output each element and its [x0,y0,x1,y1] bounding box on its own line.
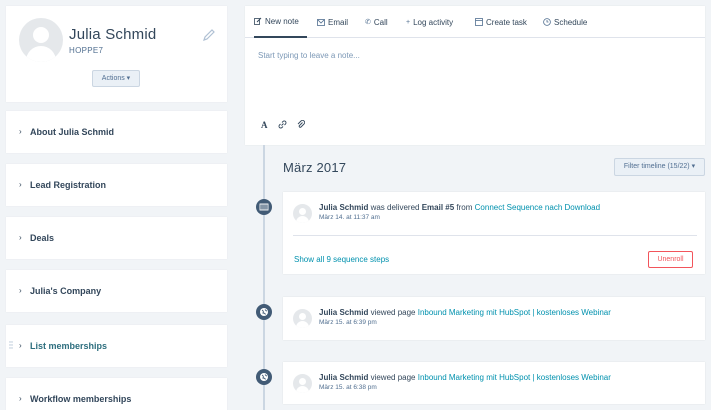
timeline-event-card: Julia Schmid was delivered Email #5 from… [283,192,705,274]
section-company[interactable]: › Julia's Company [6,270,227,312]
chevron-right-icon: › [19,127,22,136]
section-lead-registration[interactable]: › Lead Registration [6,164,227,206]
phone-icon: ✆ [365,19,371,26]
section-label: Workflow memberships [30,394,132,404]
section-label: About Julia Schmid [30,127,115,137]
event-text: from [454,203,475,212]
timeline-month-heading: März 2017 [283,160,347,175]
event-description: Julia Schmid viewed page Inbound Marketi… [319,308,611,317]
section-label: Deals [30,233,55,243]
tab-call[interactable]: ✆ Call [365,6,388,38]
section-label: Lead Registration [30,180,107,190]
tab-label: New note [265,16,299,26]
unenroll-button[interactable]: Unenroll [648,251,693,268]
page-link[interactable]: Inbound Marketing mit HubSpot | kostenlo… [418,308,611,317]
envelope-icon [317,18,325,26]
divider [293,235,697,236]
contact-avatar[interactable] [19,18,63,62]
contact-name: Julia Schmid [69,26,157,43]
event-contact-name: Julia Schmid [319,373,369,382]
pencil-square-icon [254,17,262,25]
section-list-memberships[interactable]: › List memberships [6,325,227,367]
globe-icon [256,304,272,320]
timeline-event-card: Julia Schmid viewed page Inbound Marketi… [283,297,705,340]
filter-timeline-button[interactable]: Filter timeline (15/22) ▾ [614,158,705,176]
task-icon [475,18,483,26]
tab-label: Create task [486,17,527,27]
globe-icon [256,369,272,385]
event-description: Julia Schmid was delivered Email #5 from… [319,203,600,212]
chevron-right-icon: › [19,233,22,242]
section-label: Julia's Company [30,286,102,296]
section-deals[interactable]: › Deals [6,217,227,259]
show-sequence-steps-link[interactable]: Show all 9 sequence steps [294,255,389,264]
event-timestamp: März 15. at 6:38 pm [319,384,377,391]
sequence-icon [256,199,272,215]
chevron-right-icon: › [19,286,22,295]
timeline-event-card: Julia Schmid viewed page Inbound Marketi… [283,362,705,404]
avatar [293,374,312,393]
section-about[interactable]: › About Julia Schmid [6,111,227,153]
drag-handle-icon[interactable] [9,341,13,351]
avatar [293,309,312,328]
event-text: was delivered [368,203,422,212]
tab-create-task[interactable]: Create task [475,6,527,38]
contact-company-code: HOPPE7 [69,46,104,55]
tab-new-note[interactable]: New note [254,6,307,38]
event-text: viewed page [368,373,418,382]
tab-label: Call [373,17,388,27]
tab-label: Log activity [413,17,454,27]
chevron-right-icon: › [19,180,22,189]
composer-tabs: New note Email ✆ Call + Log activity Cre… [245,6,705,38]
clock-icon [543,18,551,26]
plus-icon: + [406,18,411,26]
profile-card: Julia Schmid HOPPE7 Actions ▾ [6,6,227,102]
link-icon[interactable] [278,120,287,129]
event-timestamp: März 15. at 6:39 pm [319,319,377,326]
section-workflow-memberships[interactable]: › Workflow memberships [6,378,227,410]
event-text: viewed page [368,308,418,317]
chevron-right-icon: › [19,341,22,350]
tab-label: Email [328,17,349,27]
tab-email[interactable]: Email [317,6,348,38]
chevron-right-icon: › [19,394,22,403]
event-description: Julia Schmid viewed page Inbound Marketi… [319,373,611,382]
avatar [293,204,312,223]
activity-composer: New note Email ✆ Call + Log activity Cre… [245,6,705,145]
page-link[interactable]: Inbound Marketing mit HubSpot | kostenlo… [418,373,611,382]
sequence-link[interactable]: Connect Sequence nach Download [475,203,600,212]
event-timestamp: März 14. at 11:37 am [319,214,380,221]
tab-label: Schedule [554,17,588,27]
section-label: List memberships [30,341,108,351]
edit-pencil-icon[interactable] [202,28,216,42]
event-contact-name: Julia Schmid [319,203,369,212]
attachment-icon[interactable] [297,120,305,129]
text-format-icon[interactable]: A [261,120,268,130]
actions-button[interactable]: Actions ▾ [92,70,140,87]
tab-log-activity[interactable]: + Log activity [406,6,453,38]
event-email-name: Email #5 [421,203,455,212]
event-contact-name: Julia Schmid [319,308,369,317]
tab-schedule[interactable]: Schedule [543,6,587,38]
note-input[interactable]: Start typing to leave a note... [258,51,360,60]
